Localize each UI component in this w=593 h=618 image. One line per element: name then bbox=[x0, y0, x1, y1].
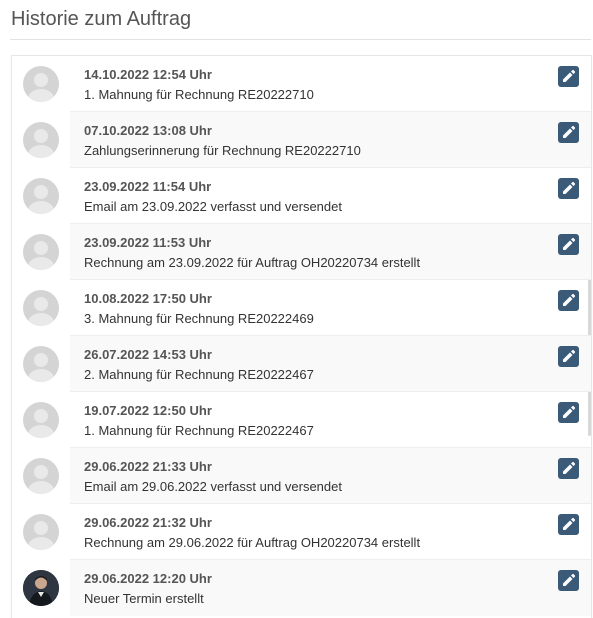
edit-button[interactable] bbox=[558, 458, 579, 479]
history-text: Neuer Termin erstellt bbox=[84, 591, 204, 606]
pencil-icon bbox=[563, 125, 576, 138]
history-item: 19.07.2022 12:50 Uhr 1. Mahnung für Rech… bbox=[12, 392, 591, 448]
pencil-icon bbox=[563, 69, 576, 82]
history-text: Rechnung am 29.06.2022 für Auftrag OH202… bbox=[84, 535, 421, 550]
section-header: Historie zum Auftrag bbox=[10, 0, 591, 40]
history-item: 07.10.2022 13:08 Uhr Zahlungserinnerung … bbox=[12, 112, 591, 168]
history-date: 23.09.2022 11:53 Uhr bbox=[84, 235, 212, 250]
history-text: 2. Mahnung für Rechnung RE20222467 bbox=[84, 367, 314, 382]
row-background bbox=[70, 112, 591, 168]
avatar-placeholder-icon bbox=[23, 514, 59, 550]
page-title: Historie zum Auftrag bbox=[11, 8, 192, 30]
pencil-icon bbox=[563, 293, 576, 306]
edit-button[interactable] bbox=[558, 570, 579, 591]
avatar-placeholder-icon bbox=[23, 66, 59, 102]
pencil-icon bbox=[563, 181, 576, 194]
edit-button[interactable] bbox=[558, 66, 579, 87]
history-date: 07.10.2022 13:08 Uhr bbox=[84, 123, 212, 138]
history-text: Email am 23.09.2022 verfasst und versend… bbox=[84, 199, 342, 214]
edit-button[interactable] bbox=[558, 234, 579, 255]
edit-button[interactable] bbox=[558, 514, 579, 535]
avatar-placeholder-icon bbox=[23, 290, 59, 326]
row-background bbox=[70, 224, 591, 280]
user-photo-avatar-icon bbox=[23, 570, 59, 606]
pencil-icon bbox=[563, 349, 576, 362]
history-date: 26.07.2022 14:53 Uhr bbox=[84, 347, 212, 362]
history-text: Email am 29.06.2022 verfasst und versend… bbox=[84, 479, 342, 494]
history-date: 14.10.2022 12:54 Uhr bbox=[84, 67, 212, 82]
history-text: 1. Mahnung für Rechnung RE20222467 bbox=[84, 423, 314, 438]
pencil-icon bbox=[563, 461, 576, 474]
avatar-placeholder-icon bbox=[23, 346, 59, 382]
history-list[interactable]: 14.10.2022 12:54 Uhr 1. Mahnung für Rech… bbox=[11, 55, 592, 618]
avatar-placeholder-icon bbox=[23, 458, 59, 494]
edit-button[interactable] bbox=[558, 346, 579, 367]
edit-button[interactable] bbox=[558, 178, 579, 199]
pencil-icon bbox=[563, 517, 576, 530]
avatar-placeholder-icon bbox=[23, 402, 59, 438]
edit-button[interactable] bbox=[558, 402, 579, 423]
history-item: 10.08.2022 17:50 Uhr 3. Mahnung für Rech… bbox=[12, 280, 591, 336]
row-background bbox=[70, 336, 591, 392]
history-item: 14.10.2022 12:54 Uhr 1. Mahnung für Rech… bbox=[12, 56, 591, 112]
pencil-icon bbox=[563, 405, 576, 418]
history-page: Historie zum Auftrag 14.10.2022 12:54 Uh… bbox=[0, 0, 593, 618]
history-date: 29.06.2022 21:32 Uhr bbox=[84, 515, 212, 530]
history-date: 29.06.2022 21:33 Uhr bbox=[84, 459, 212, 474]
avatar-placeholder-icon bbox=[23, 122, 59, 158]
avatar-placeholder-icon bbox=[23, 178, 59, 214]
row-background bbox=[70, 560, 591, 616]
edit-button[interactable] bbox=[558, 122, 579, 143]
history-item: 29.06.2022 21:32 Uhr Rechnung am 29.06.2… bbox=[12, 504, 591, 560]
history-item: 23.09.2022 11:53 Uhr Rechnung am 23.09.2… bbox=[12, 224, 591, 280]
history-item: 26.07.2022 14:53 Uhr 2. Mahnung für Rech… bbox=[12, 336, 591, 392]
history-date: 19.07.2022 12:50 Uhr bbox=[84, 403, 212, 418]
history-item: 29.06.2022 12:20 Uhr Neuer Termin erstel… bbox=[12, 560, 591, 616]
edit-button[interactable] bbox=[558, 290, 579, 311]
history-date: 10.08.2022 17:50 Uhr bbox=[84, 291, 212, 306]
row-background bbox=[70, 448, 591, 504]
history-item: 23.09.2022 11:54 Uhr Email am 23.09.2022… bbox=[12, 168, 591, 224]
history-text: 1. Mahnung für Rechnung RE20222710 bbox=[84, 87, 314, 102]
history-date: 23.09.2022 11:54 Uhr bbox=[84, 179, 212, 194]
history-item: 29.06.2022 21:33 Uhr Email am 29.06.2022… bbox=[12, 448, 591, 504]
history-date: 29.06.2022 12:20 Uhr bbox=[84, 571, 212, 586]
history-text: Zahlungserinnerung für Rechnung RE202227… bbox=[84, 143, 361, 158]
history-text: 3. Mahnung für Rechnung RE20222469 bbox=[84, 311, 314, 326]
avatar-placeholder-icon bbox=[23, 234, 59, 270]
pencil-icon bbox=[563, 237, 576, 250]
history-text: Rechnung am 23.09.2022 für Auftrag OH202… bbox=[84, 255, 421, 270]
pencil-icon bbox=[563, 573, 576, 586]
